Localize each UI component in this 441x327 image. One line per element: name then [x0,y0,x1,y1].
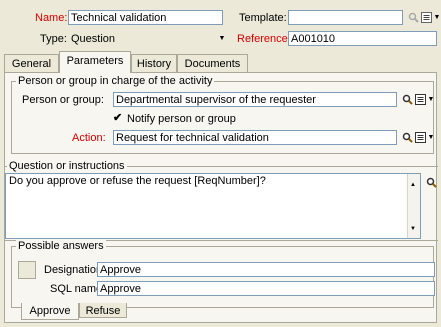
template-label: Template: [239,12,287,24]
person-group-title: Person or group in charge of the activit… [16,74,215,88]
type-label: Type: [40,33,67,45]
question-scrollbar[interactable]: ▲ ▼ [407,174,420,238]
action-zoom-icon[interactable] [401,131,413,143]
designation-field[interactable]: Approve [97,262,435,277]
person-group-label: Person or group: [22,94,104,106]
tab-documents[interactable]: Documents [177,54,248,72]
answer-tab-approve[interactable]: Approve [21,303,79,320]
action-details-icon[interactable] [414,131,426,143]
designation-label: Designation: [44,264,106,276]
template-zoom-icon[interactable] [407,11,419,23]
template-field[interactable] [288,10,403,25]
reference-label: Reference: [237,33,291,45]
name-field[interactable]: Technical validation [68,10,223,25]
tab-parameters[interactable]: Parameters [59,51,131,73]
template-details-icon[interactable] [420,11,432,23]
question-zoom-icon[interactable] [425,176,437,188]
answers-title: Possible answers [16,239,106,253]
person-zoom-icon[interactable] [401,93,413,105]
question-textarea[interactable]: Do you approve or refuse the request [Re… [5,173,421,239]
tab-history[interactable]: History [131,54,177,72]
notify-checkbox[interactable]: ✔ [113,113,124,124]
action-dropdown-icon[interactable]: ▼ [427,131,435,143]
sql-name-field[interactable]: Approve [97,281,435,296]
question-text: Do you approve or refuse the request [Re… [9,175,266,187]
scroll-down-icon[interactable]: ▼ [410,226,416,232]
scroll-up-icon[interactable]: ▲ [410,182,416,188]
name-label: Name: [35,12,68,24]
person-group-field[interactable]: Departmental supervisor of the requester [113,92,397,107]
type-dropdown-icon[interactable]: ▼ [218,32,226,44]
parameters-panel: Person or group in charge of the activit… [4,72,438,323]
template-dropdown-icon[interactable]: ▼ [433,11,441,23]
answer-tab-refuse[interactable]: Refuse [79,303,127,318]
question-title: Question or instructions [7,159,127,173]
action-label: Action: [72,132,106,144]
answers-box: Possible answers [11,239,434,308]
action-field[interactable]: Request for technical validation [113,130,397,145]
tab-general[interactable]: General [4,54,59,72]
person-dropdown-icon[interactable]: ▼ [427,93,435,105]
answer-image[interactable] [18,261,36,279]
type-select[interactable]: Question [68,31,229,46]
person-details-icon[interactable] [414,93,426,105]
reference-field[interactable]: A001010 [288,31,437,46]
notify-label: Notify person or group [127,113,236,125]
